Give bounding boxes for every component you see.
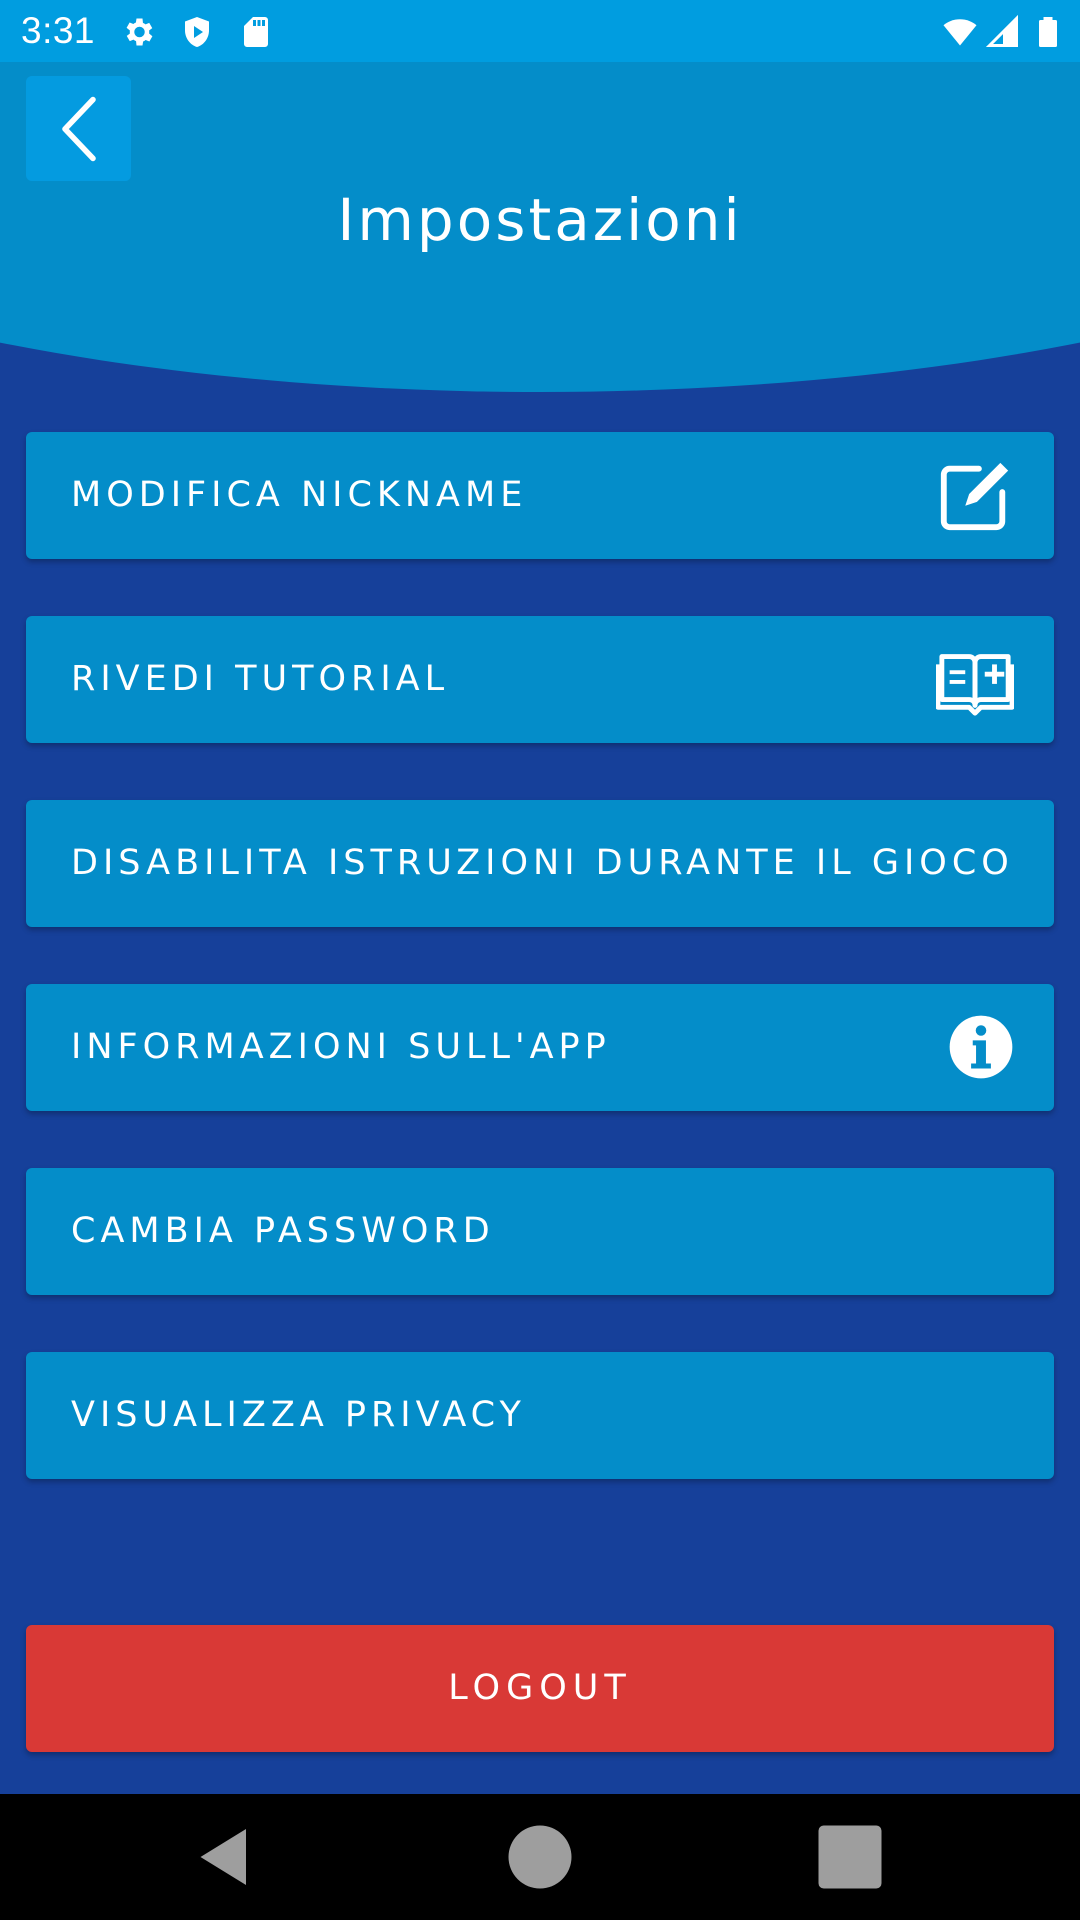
menu-item-informazioni-app[interactable]: INFORMAZIONI SULL'APP [26, 984, 1054, 1111]
edit-icon [940, 462, 1009, 531]
logout-label: LOGOUT [448, 1668, 632, 1708]
info-icon [949, 1015, 1013, 1079]
menu-item-cambia-password[interactable]: CAMBIA PASSWORD [26, 1168, 1054, 1295]
signal-icon [985, 14, 1018, 47]
menu-item-modifica-nickname[interactable]: MODIFICA NICKNAME [26, 432, 1054, 559]
sd-card-icon [244, 17, 268, 47]
menu-item-label: DISABILITA ISTRUZIONI DURANTE IL GIOCO [71, 843, 1014, 883]
shield-play-icon [185, 17, 209, 47]
menu-item-visualizza-privacy[interactable]: VISUALIZZA PRIVACY [26, 1352, 1054, 1479]
menu-item-label: INFORMAZIONI SULL'APP [71, 1027, 611, 1067]
back-button[interactable] [26, 76, 131, 181]
gear-icon [126, 18, 153, 46]
wifi-icon [943, 19, 977, 46]
menu-item-label: VISUALIZZA PRIVACY [71, 1395, 526, 1435]
chevron-left-icon [61, 96, 96, 161]
home-nav-icon[interactable] [505, 1822, 575, 1892]
logout-button[interactable]: LOGOUT [26, 1625, 1054, 1752]
status-bar: 3:31 [0, 0, 1080, 62]
recents-nav-icon[interactable] [815, 1822, 885, 1892]
menu-item-label: MODIFICA NICKNAME [71, 475, 528, 515]
page-title: Impostazioni [337, 186, 743, 254]
menu-item-disabilita-istruzioni[interactable]: DISABILITA ISTRUZIONI DURANTE IL GIOCO [26, 800, 1054, 927]
menu-item-label: CAMBIA PASSWORD [71, 1211, 495, 1251]
menu-item-label: RIVEDI TUTORIAL [71, 659, 450, 699]
book-icon [936, 654, 1014, 716]
battery-icon [1039, 17, 1057, 47]
status-time: 3:31 [21, 10, 96, 51]
system-nav-bar [0, 1794, 1080, 1920]
back-nav-icon[interactable] [190, 1822, 260, 1892]
menu-item-rivedi-tutorial[interactable]: RIVEDI TUTORIAL [26, 616, 1054, 743]
